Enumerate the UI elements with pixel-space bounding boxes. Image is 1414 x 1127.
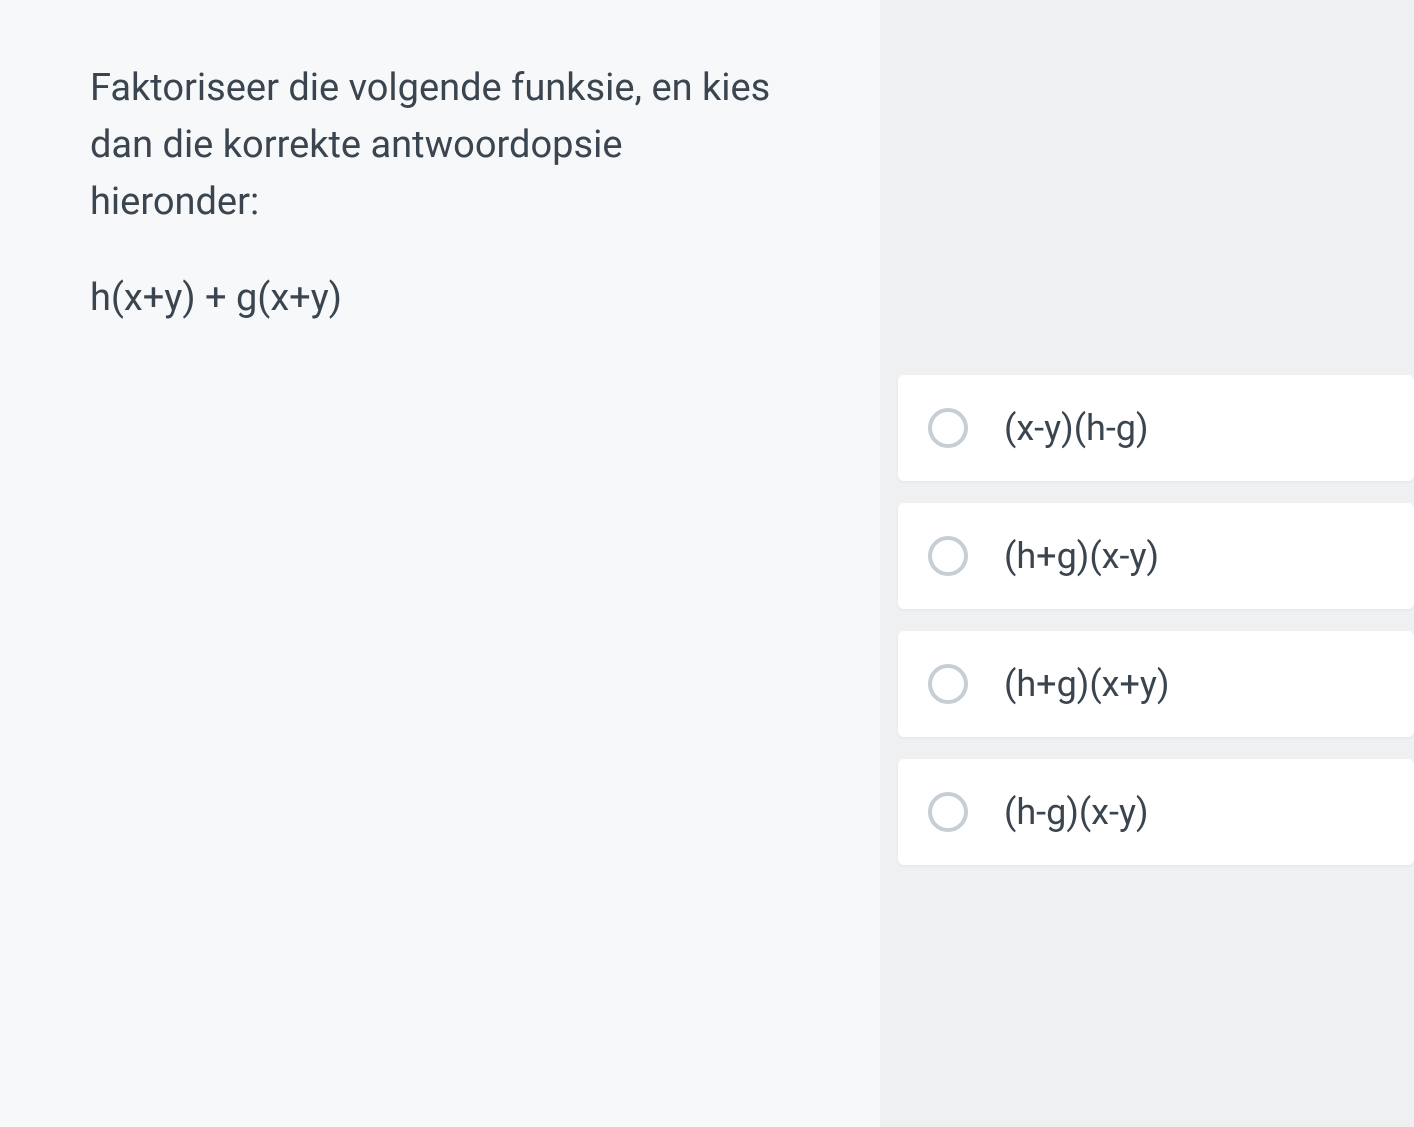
radio-icon — [928, 408, 968, 448]
option-label: (x-y)(h-g) — [1004, 407, 1149, 449]
question-prompt: Faktoriseer die volgende funksie, en kie… — [90, 60, 790, 231]
option-label: (h+g)(x+y) — [1004, 663, 1170, 705]
radio-icon — [928, 664, 968, 704]
quiz-container: Faktoriseer die volgende funksie, en kie… — [0, 0, 1414, 1127]
options-panel: (x-y)(h-g) (h+g)(x-y) (h+g)(x+y) (h-g)(x… — [880, 0, 1414, 1127]
answer-option-3[interactable]: (h-g)(x-y) — [898, 759, 1414, 865]
answer-option-1[interactable]: (h+g)(x-y) — [898, 503, 1414, 609]
answer-option-2[interactable]: (h+g)(x+y) — [898, 631, 1414, 737]
answer-option-0[interactable]: (x-y)(h-g) — [898, 375, 1414, 481]
question-panel: Faktoriseer die volgende funksie, en kie… — [0, 0, 880, 1127]
option-label: (h+g)(x-y) — [1004, 535, 1159, 577]
question-expression: h(x+y) + g(x+y) — [90, 276, 790, 320]
radio-icon — [928, 536, 968, 576]
radio-icon — [928, 792, 968, 832]
option-label: (h-g)(x-y) — [1004, 791, 1149, 833]
